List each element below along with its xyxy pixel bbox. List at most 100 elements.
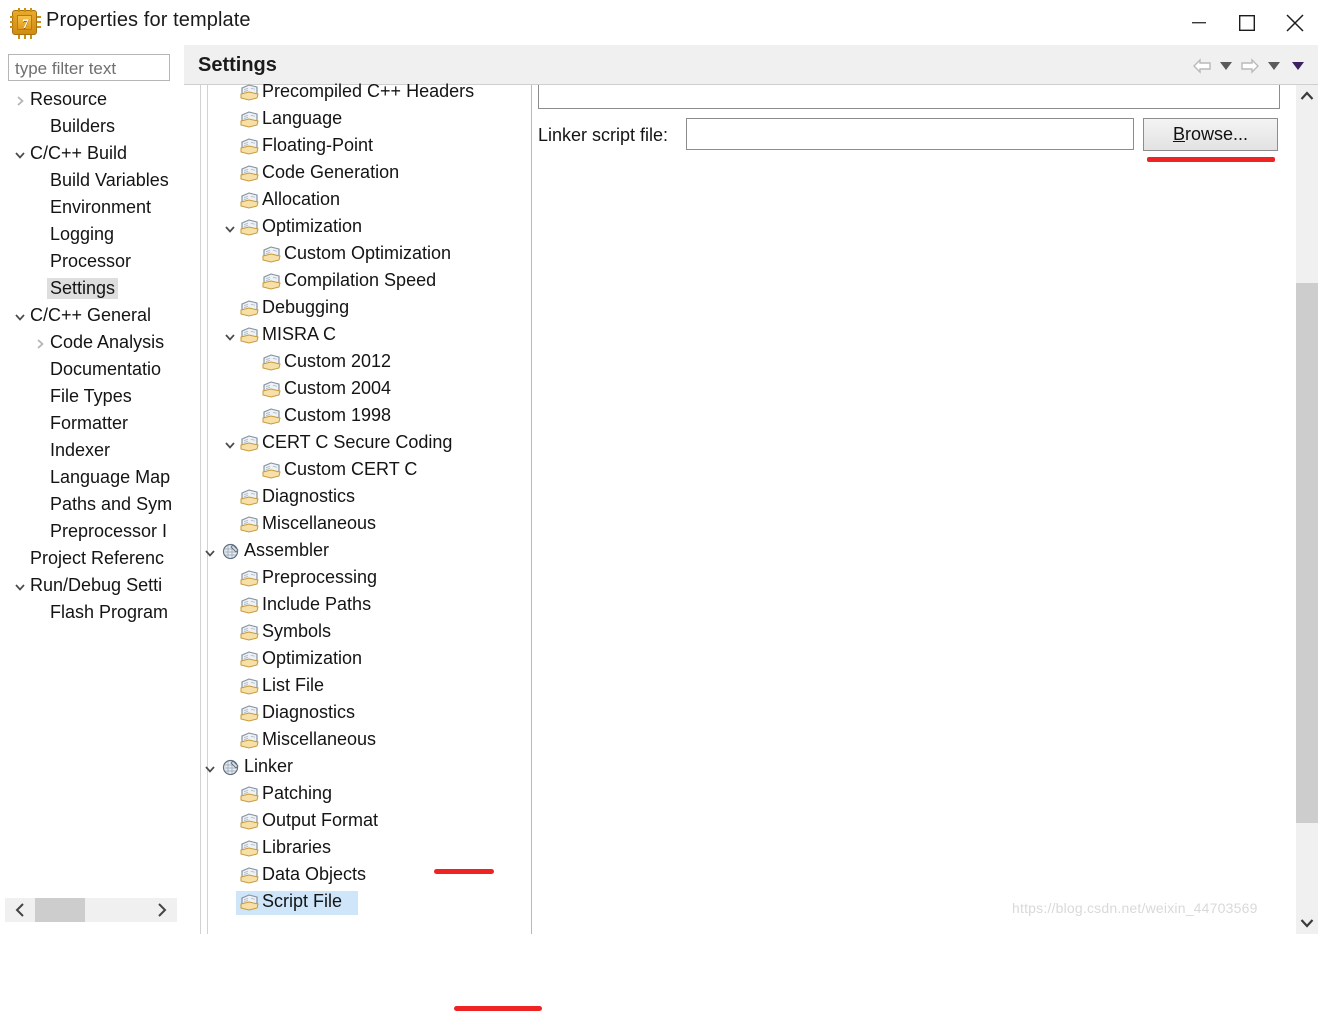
settings-tree-item-list-file[interactable]: List File (184, 673, 530, 700)
settings-tree-item-miscellaneous[interactable]: Miscellaneous (184, 511, 530, 538)
settings-tree-item-label: Code Generation (262, 162, 400, 182)
sidebar-item-label: Project Referenc (30, 548, 165, 568)
settings-tree-item-custom-1998[interactable]: Custom 1998 (184, 403, 530, 430)
sidebar-item-processor[interactable]: Processor (0, 249, 184, 276)
forward-icon[interactable] (1238, 53, 1262, 79)
settings-tree-item-linker[interactable]: Linker (184, 754, 530, 781)
sidebar-item-label: File Types (50, 386, 132, 406)
sidebar-item-build-variables[interactable]: Build Variables (0, 168, 184, 195)
sidebar-item-language-map[interactable]: Language Map (0, 465, 184, 492)
settings-tree-item-include-paths[interactable]: Include Paths (184, 592, 530, 619)
settings-tree-item-optimization[interactable]: Optimization (184, 214, 530, 241)
settings-tree-item-compilation-speed[interactable]: Compilation Speed (184, 268, 530, 295)
sidebar-item-label: Settings (47, 278, 119, 299)
minimize-button[interactable] (1176, 0, 1222, 45)
settings-tree-item-label: Diagnostics (262, 702, 356, 722)
settings-tree-item-label: Patching (262, 783, 333, 803)
sidebar-item-logging[interactable]: Logging (0, 222, 184, 249)
settings-tree-item-language[interactable]: Language (184, 106, 530, 133)
page-icon (262, 353, 281, 371)
chevron-down-icon[interactable] (224, 222, 236, 234)
settings-tree-item-script-file[interactable]: Script File (184, 889, 530, 916)
page-icon (240, 596, 259, 614)
sidebar-item-environment[interactable]: Environment (0, 195, 184, 222)
settings-tree-item-libraries[interactable]: Libraries (184, 835, 530, 862)
scroll-down-icon[interactable] (1296, 912, 1318, 934)
chevron-down-icon[interactable] (14, 580, 26, 592)
scroll-up-icon[interactable] (1296, 85, 1318, 107)
sidebar-item-label: Processor (50, 251, 132, 271)
sidebar-item-c-c-build[interactable]: C/C++ Build (0, 141, 184, 168)
chevron-down-icon[interactable] (204, 546, 216, 558)
settings-tree-item-code-generation[interactable]: Code Generation (184, 160, 530, 187)
linker-annotation-underline (434, 869, 494, 874)
chevron-right-icon[interactable] (14, 94, 26, 106)
settings-tree-item-custom-optimization[interactable]: Custom Optimization (184, 241, 530, 268)
settings-tree-item-precompiled-c-headers[interactable]: Precompiled C++ Headers (184, 79, 530, 106)
settings-tree-item-assembler[interactable]: Assembler (184, 538, 530, 565)
sidebar-item-documentatio[interactable]: Documentatio (0, 357, 184, 384)
maximize-button[interactable] (1224, 0, 1270, 45)
sidebar-item-formatter[interactable]: Formatter (0, 411, 184, 438)
settings-tree-item-cert-c-secure-coding[interactable]: CERT C Secure Coding (184, 430, 530, 457)
filter-input-box[interactable]: type filter text (8, 54, 170, 81)
settings-tree-item-miscellaneous[interactable]: Miscellaneous (184, 727, 530, 754)
page-icon (240, 839, 259, 857)
sidebar-item-label: Flash Program (50, 602, 169, 622)
settings-tree-item-misra-c[interactable]: MISRA C (184, 322, 530, 349)
page-icon (240, 191, 259, 209)
settings-tree-item-label: Custom 2004 (284, 378, 392, 398)
settings-tree[interactable]: Precompiled C++ Headers Language Floating-… (184, 79, 530, 928)
page-icon (240, 434, 259, 452)
scrollbar-thumb-vertical[interactable] (1296, 283, 1318, 823)
chevron-down-icon[interactable] (224, 438, 236, 450)
settings-tree-item-custom-2012[interactable]: Custom 2012 (184, 349, 530, 376)
settings-tree-item-custom-cert-c[interactable]: Custom CERT C (184, 457, 530, 484)
right-vertical-scrollbar[interactable] (1296, 85, 1318, 934)
chevron-left-icon[interactable] (7, 898, 33, 922)
settings-tree-item-data-objects[interactable]: Data Objects (184, 862, 530, 889)
chevron-down-icon[interactable] (14, 148, 26, 160)
browse-button[interactable]: Browse... (1143, 118, 1278, 151)
settings-tree-item-symbols[interactable]: Symbols (184, 619, 530, 646)
sidebar-item-resource[interactable]: Resource (0, 87, 184, 114)
settings-tree-item-output-format[interactable]: Output Format (184, 808, 530, 835)
sidebar-item-code-analysis[interactable]: Code Analysis (0, 330, 184, 357)
settings-tree-item-debugging[interactable]: Debugging (184, 295, 530, 322)
sidebar-item-project-referenc[interactable]: Project Referenc (0, 546, 184, 573)
settings-tree-item-custom-2004[interactable]: Custom 2004 (184, 376, 530, 403)
sidebar-item-c-c-general[interactable]: C/C++ General (0, 303, 184, 330)
chevron-down-icon[interactable] (14, 310, 26, 322)
chevron-right-icon[interactable] (34, 337, 46, 349)
sidebar-item-file-types[interactable]: File Types (0, 384, 184, 411)
settings-tree-item-allocation[interactable]: Allocation (184, 187, 530, 214)
forward-dropdown-icon[interactable] (1262, 53, 1286, 79)
page-icon (262, 407, 281, 425)
page-icon (240, 893, 259, 911)
sidebar-item-settings[interactable]: Settings (0, 276, 184, 303)
settings-tree-item-preprocessing[interactable]: Preprocessing (184, 565, 530, 592)
chevron-down-icon[interactable] (204, 762, 216, 774)
settings-tree-item-floating-point[interactable]: Floating-Point (184, 133, 530, 160)
sidebar-item-label: Builders (50, 116, 116, 136)
back-icon[interactable] (1190, 53, 1214, 79)
linker-script-file-input[interactable] (686, 118, 1134, 150)
chevron-right-icon[interactable] (149, 898, 175, 922)
close-button[interactable] (1272, 0, 1318, 45)
chevron-down-icon[interactable] (224, 330, 236, 342)
sidebar-item-flash-program[interactable]: Flash Program (0, 600, 184, 627)
settings-tree-item-diagnostics[interactable]: Diagnostics (184, 484, 530, 511)
sidebar-item-preprocessor-i[interactable]: Preprocessor I (0, 519, 184, 546)
menu-dropdown-icon[interactable] (1286, 53, 1310, 79)
scrollbar-thumb[interactable] (35, 898, 85, 922)
sidebar-item-paths-and-sym[interactable]: Paths and Sym (0, 492, 184, 519)
settings-tree-item-patching[interactable]: Patching (184, 781, 530, 808)
left-settings-tree[interactable]: Resource Builders C/C++ Build Build Variabl… (0, 87, 184, 892)
sidebar-item-indexer[interactable]: Indexer (0, 438, 184, 465)
back-dropdown-icon[interactable] (1214, 53, 1238, 79)
settings-tree-item-optimization[interactable]: Optimization (184, 646, 530, 673)
left-horizontal-scrollbar[interactable] (5, 898, 177, 922)
settings-tree-item-diagnostics[interactable]: Diagnostics (184, 700, 530, 727)
sidebar-item-builders[interactable]: Builders (0, 114, 184, 141)
sidebar-item-run-debug-setti[interactable]: Run/Debug Setti (0, 573, 184, 600)
